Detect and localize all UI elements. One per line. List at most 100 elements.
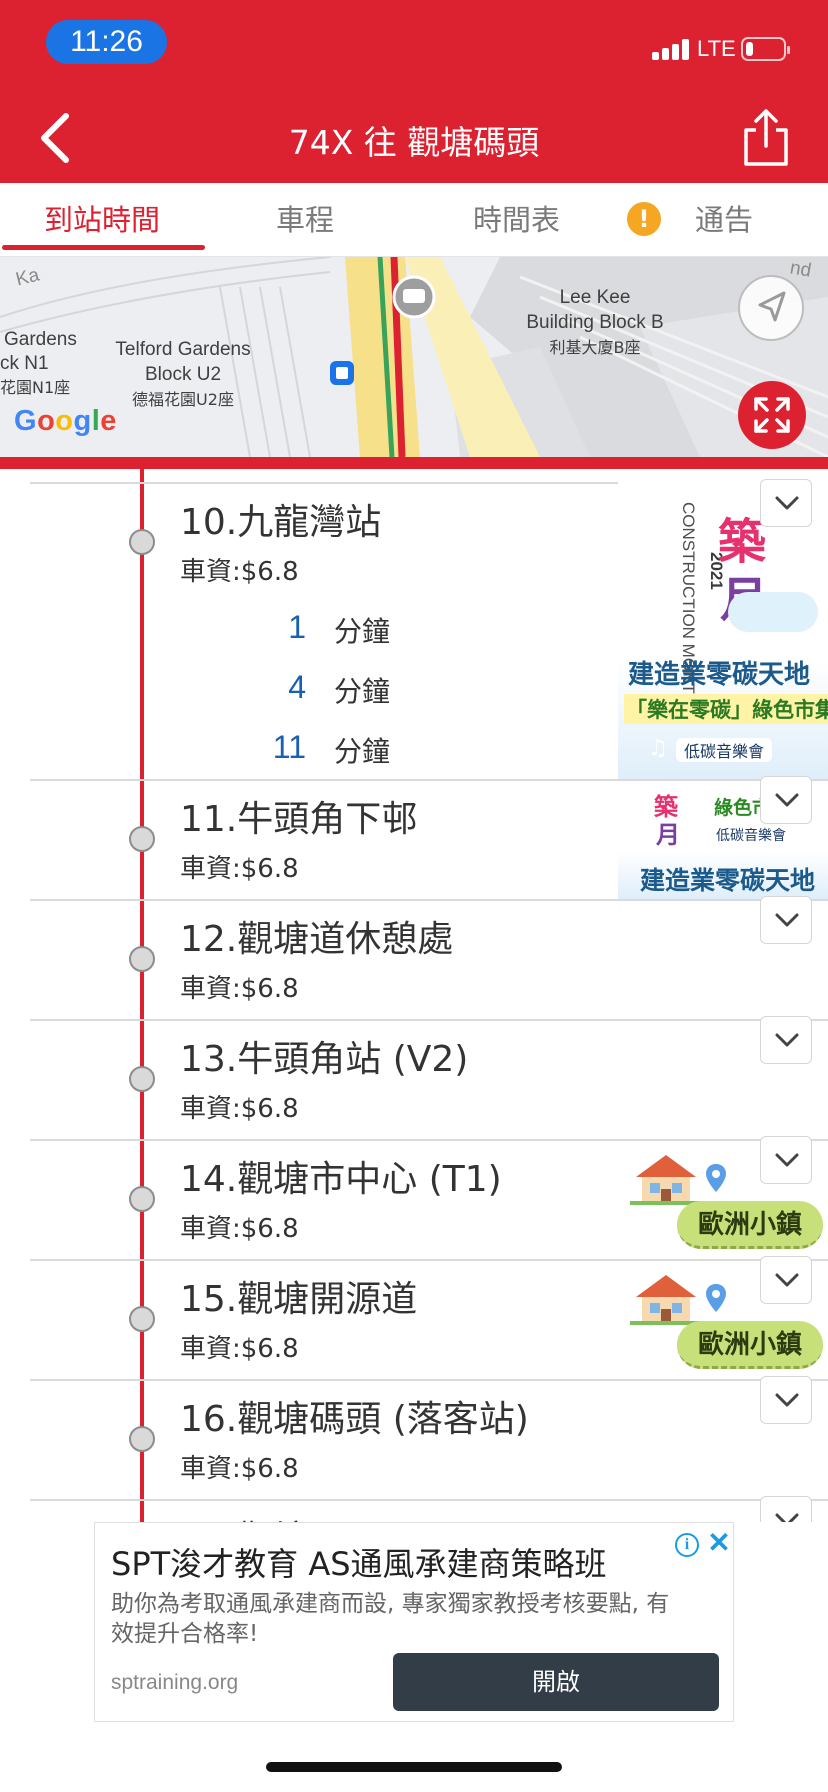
stop-fare: 車資:$6.8 <box>180 974 299 1004</box>
adchoices-icon[interactable]: i <box>675 1533 699 1557</box>
separator <box>30 1019 828 1021</box>
alert-icon: ! <box>627 202 661 236</box>
expand-stop-button[interactable] <box>760 1496 812 1522</box>
stop-fare: 車資:$6.8 <box>180 1094 299 1124</box>
locate-button[interactable] <box>738 275 804 341</box>
chevron-down-icon <box>775 1393 799 1407</box>
map-divider <box>0 457 828 469</box>
telford-zh: 德福花園U2座 <box>132 390 234 409</box>
app-screen: 11:26 LTE 74X 往 觀塘碼頭 到站時間 車程 時間表 ! 通告 Ga… <box>0 0 828 1792</box>
ad-title[interactable]: SPT浚才教育 AS通風承建商策略班 <box>111 1539 607 1585</box>
banner-ad[interactable]: SPT浚才教育 AS通風承建商策略班 i ✕ 助你為考取通風承建商而設, 專家獨… <box>94 1522 734 1722</box>
expand-stop-button[interactable] <box>760 1256 812 1304</box>
location-pin-icon <box>706 1164 726 1192</box>
expand-stop-button[interactable] <box>760 1136 812 1184</box>
separator <box>30 1259 828 1261</box>
chevron-down-icon <box>775 913 799 927</box>
battery-level <box>746 42 753 56</box>
expand-map-button[interactable] <box>738 381 806 449</box>
chevron-down-icon <box>775 496 799 510</box>
stop-fare: 車資:$6.8 <box>180 1454 299 1484</box>
expand-stop-button[interactable] <box>760 1016 812 1064</box>
telford-line2: Block U2 <box>144 364 222 385</box>
house-icon <box>630 1155 702 1205</box>
town-badge-label: 歐洲小鎮 <box>677 1201 823 1249</box>
eta-minutes: 11 <box>272 729 306 765</box>
eta-unit: 分鐘 <box>334 675 391 708</box>
tab-timetable[interactable]: 時間表 <box>473 183 560 257</box>
back-button[interactable] <box>34 110 78 166</box>
expand-stop-button[interactable] <box>760 776 812 824</box>
stop-dot <box>129 946 155 972</box>
stop-fare: 車資:$6.8 <box>180 854 299 884</box>
google-logo-letter: e <box>100 405 117 437</box>
chevron-down-icon <box>775 1033 799 1047</box>
stop-list[interactable]: 10.九龍灣站 車資:$6.8 1 分鐘 4 分鐘 11 分鐘 CONSTRUC… <box>0 469 828 1522</box>
close-ad-button[interactable]: ✕ <box>707 1529 731 1557</box>
google-logo-letter: o <box>55 405 74 437</box>
separator <box>30 899 828 901</box>
tab-notices[interactable]: 通告 <box>695 183 753 257</box>
separator <box>30 1379 828 1381</box>
ad-headline: 建造業零碳天地 <box>640 866 816 895</box>
top-bar: 11:26 LTE 74X 往 觀塘碼頭 <box>0 0 828 183</box>
google-logo-letter: l <box>91 405 101 437</box>
music-note-icon: ♫ <box>648 736 668 761</box>
google-logo-letter: o <box>37 405 56 437</box>
map-label-telford: Telford Gardens Block U2 德福花園U2座 <box>110 337 256 412</box>
stop-name[interactable]: 15.觀塘開源道 <box>180 1270 417 1322</box>
ad-description: 助你為考取通風承建商而設, 專家獨家教授考核要點, 有效提升合格率! <box>111 1591 670 1647</box>
cloud-icon <box>728 592 818 632</box>
stop-dot <box>129 1426 155 1452</box>
route-line <box>140 469 144 1522</box>
ad-concert: 低碳音樂會 <box>716 828 786 844</box>
active-tab-indicator <box>2 245 205 250</box>
share-icon <box>744 109 788 166</box>
ad-headline: 建造業零碳天地 <box>628 660 811 690</box>
expand-stop-button[interactable] <box>760 1376 812 1424</box>
stop-dot <box>129 1066 155 1092</box>
location-pin-icon <box>706 1284 726 1312</box>
navigation-arrow-icon <box>758 291 786 322</box>
stop-name[interactable]: 11.牛頭角下邨 <box>180 790 417 842</box>
stop-dot <box>129 1186 155 1212</box>
stop-name[interactable]: 17.觀塘碼頭 <box>180 1510 381 1522</box>
map-label-block-n1-zh: 花園N1座 <box>0 378 71 397</box>
google-logo-letter: G <box>14 405 38 437</box>
chevron-down-icon <box>775 1153 799 1167</box>
expand-stop-button[interactable] <box>760 479 812 527</box>
google-logo: Google <box>14 405 117 438</box>
google-logo-letter: g <box>73 405 92 437</box>
map-label-block-n1: ck N1 <box>0 353 49 374</box>
stop-fare: 車資:$6.8 <box>180 1334 299 1364</box>
tab-journey[interactable]: 車程 <box>276 183 334 257</box>
stop-name[interactable]: 13.牛頭角站 (V2) <box>180 1030 468 1082</box>
ad-open-button[interactable]: 開啟 <box>393 1653 719 1711</box>
eta-unit: 分鐘 <box>334 735 391 768</box>
stop-fare: 車資:$6.8 <box>180 1214 299 1244</box>
home-indicator[interactable] <box>266 1762 562 1772</box>
stop-name[interactable]: 14.觀塘市中心 (T1) <box>180 1150 502 1202</box>
eta-minutes: 1 <box>288 609 306 645</box>
house-icon <box>630 1275 702 1325</box>
stop-name[interactable]: 10.九龍灣站 <box>180 493 381 545</box>
route-map[interactable]: Gardens ck N1 花園N1座 Ka nd Telford Garden… <box>0 257 828 457</box>
stop-name[interactable]: 16.觀塘碼頭 (落客站) <box>180 1390 529 1442</box>
stop-dot <box>129 1306 155 1332</box>
tab-bar: 到站時間 車程 時間表 ! 通告 <box>0 183 828 257</box>
town-badge-label: 歐洲小鎮 <box>677 1321 823 1369</box>
battery-icon <box>741 37 790 61</box>
stop-name[interactable]: 12.觀塘道休憩處 <box>180 910 453 962</box>
network-type: LTE <box>697 36 736 61</box>
stop-fare: 車資:$6.8 <box>180 557 299 587</box>
stop-dot <box>129 826 155 852</box>
chevron-down-icon <box>775 1513 799 1522</box>
ad-domain: sptraining.org <box>111 1671 239 1694</box>
signal-strength-icon <box>652 38 692 60</box>
expand-icon <box>754 397 790 433</box>
map-label-lee-kee: Lee Kee Building Block B 利基大廈B座 <box>520 285 670 360</box>
stop-dot <box>129 529 155 555</box>
separator <box>30 1139 828 1141</box>
share-button[interactable] <box>740 108 792 168</box>
expand-stop-button[interactable] <box>760 896 812 944</box>
